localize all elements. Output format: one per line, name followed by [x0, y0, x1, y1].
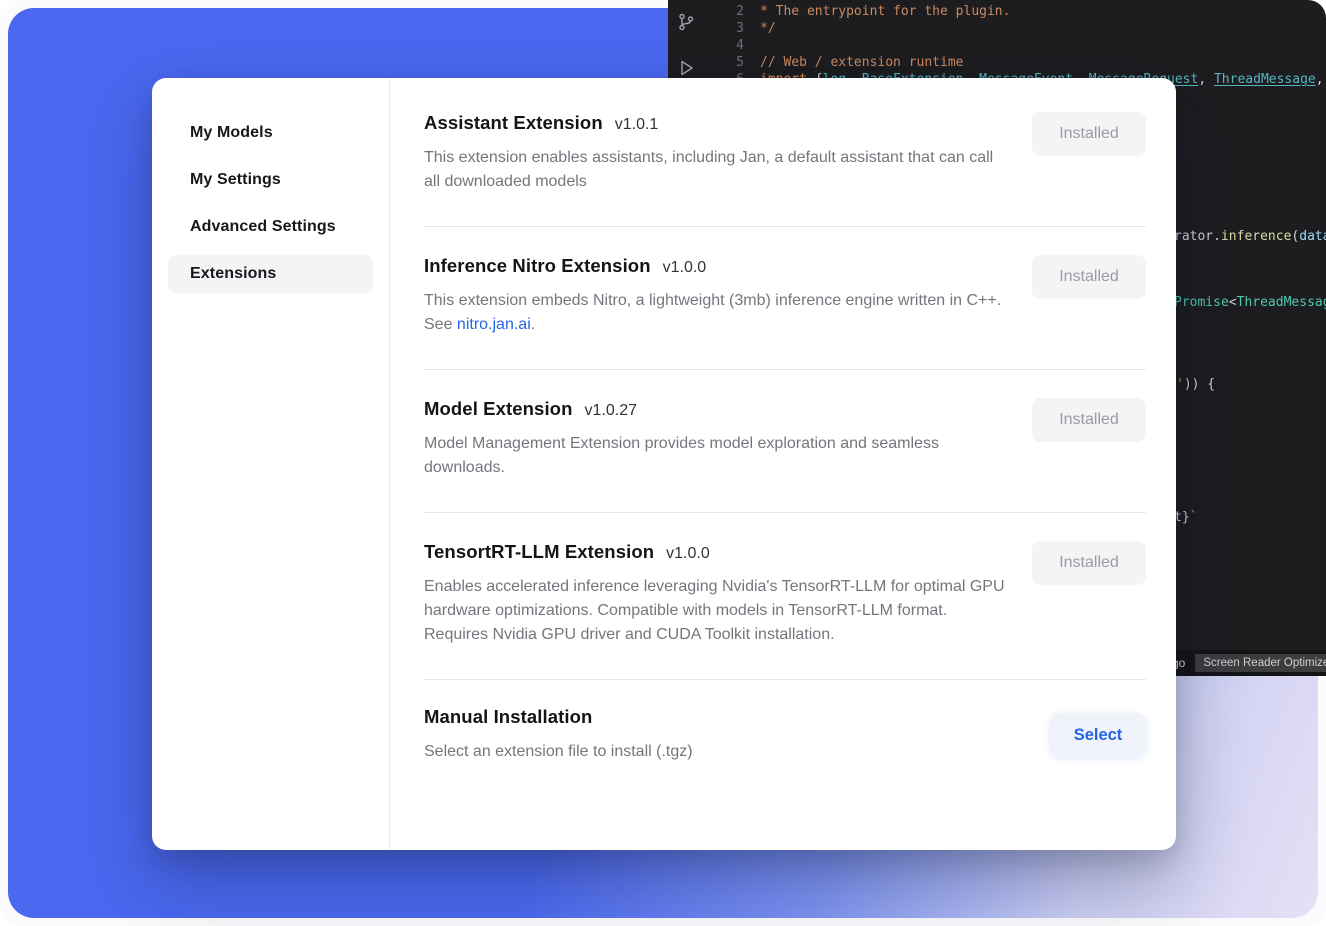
select-file-button[interactable]: Select [1050, 713, 1146, 757]
extension-title: TensortRT-LLM Extension [424, 541, 654, 563]
screen: 2 * The entrypoint for the plugin. 3 */ … [0, 0, 1326, 926]
code-comment: */ [760, 21, 776, 36]
code-comment: // Web / extension runtime [760, 55, 964, 70]
extension-row-tensorrt: TensortRT-LLM Extension v1.0.0 Enables a… [424, 513, 1146, 680]
extension-title: Model Extension [424, 398, 573, 420]
code-fragment: t}` [1174, 510, 1197, 525]
settings-sidebar: My Models My Settings Advanced Settings … [152, 78, 390, 850]
extension-version: v1.0.1 [615, 116, 659, 134]
code-line: 3 */ [704, 20, 1326, 37]
extension-row-model: Model Extension v1.0.27 Model Management… [424, 370, 1146, 513]
extension-description: This extension enables assistants, inclu… [424, 146, 1010, 194]
extension-row-nitro: Inference Nitro Extension v1.0.0 This ex… [424, 227, 1146, 370]
code-comment: * The entrypoint for the plugin. [760, 4, 1010, 19]
code-fragment: rator.inference(data)); [1174, 229, 1326, 244]
line-number: 5 [704, 55, 744, 70]
installed-button-assistant[interactable]: Installed [1032, 112, 1146, 156]
code-punct: , [1316, 72, 1326, 87]
installed-button-model[interactable]: Installed [1032, 398, 1146, 442]
extension-description: This extension embeds Nitro, a lightweig… [424, 289, 1010, 337]
installed-button-tensorrt[interactable]: Installed [1032, 541, 1146, 585]
sidebar-item-advanced-settings[interactable]: Advanced Settings [168, 208, 373, 246]
extension-row-assistant: Assistant Extension v1.0.1 This extensio… [424, 84, 1146, 227]
code-fragment: Promise<ThreadMessage> [1174, 295, 1326, 310]
manual-installation-title: Manual Installation [424, 706, 592, 728]
extension-description: Enables accelerated inference leveraging… [424, 575, 1010, 647]
line-number: 2 [704, 4, 744, 19]
extension-title: Inference Nitro Extension [424, 255, 651, 277]
line-number: 4 [704, 38, 744, 53]
source-control-icon[interactable] [676, 12, 696, 32]
sidebar-item-extensions[interactable]: Extensions [168, 255, 373, 293]
code-punct: , [1198, 72, 1214, 87]
extension-version: v1.0.0 [663, 259, 707, 277]
run-debug-icon[interactable] [676, 58, 696, 78]
extension-description: Model Management Extension provides mode… [424, 432, 1010, 480]
settings-modal: My Models My Settings Advanced Settings … [152, 78, 1176, 850]
code-identifier: ThreadMessage [1214, 72, 1316, 87]
extensions-panel: Assistant Extension v1.0.1 This extensio… [390, 78, 1176, 850]
code-line: 5 // Web / extension runtime [704, 54, 1326, 71]
line-number: 3 [704, 21, 744, 36]
extension-version: v1.0.27 [585, 402, 637, 420]
manual-installation-row: Manual Installation Select an extension … [424, 680, 1146, 790]
nitro-jan-ai-link[interactable]: nitro.jan.ai [457, 316, 531, 333]
code-fragment: ')) { [1176, 377, 1215, 392]
extension-title: Assistant Extension [424, 112, 603, 134]
sidebar-item-my-settings[interactable]: My Settings [168, 161, 373, 199]
code-area: 2 * The entrypoint for the plugin. 3 */ … [704, 3, 1326, 88]
code-line: 4 [704, 37, 1326, 54]
code-line: 2 * The entrypoint for the plugin. [704, 3, 1326, 20]
installed-button-nitro[interactable]: Installed [1032, 255, 1146, 299]
sidebar-item-my-models[interactable]: My Models [168, 114, 373, 152]
manual-installation-description: Select an extension file to install (.tg… [424, 740, 693, 764]
extension-version: v1.0.0 [666, 545, 710, 563]
screen-reader-badge[interactable]: Screen Reader Optimized [1195, 654, 1326, 672]
